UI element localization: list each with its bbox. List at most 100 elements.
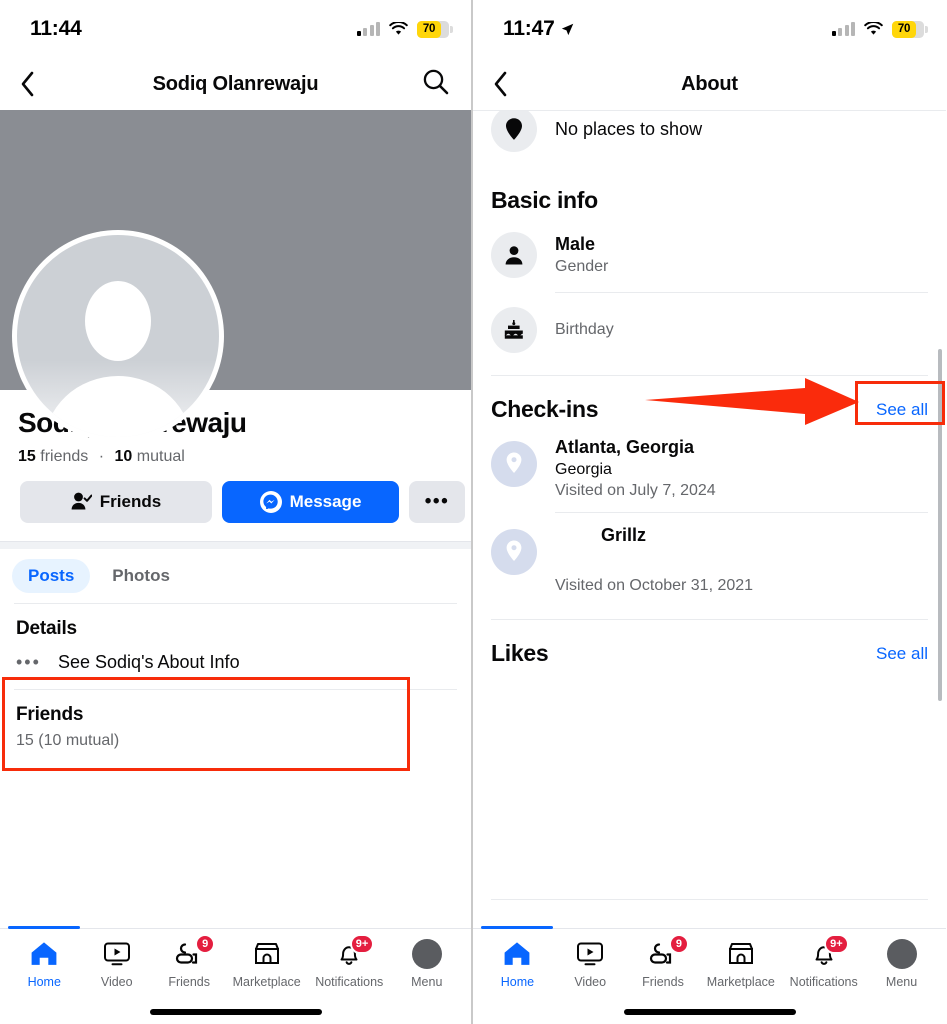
cover-photo[interactable] — [0, 110, 471, 442]
status-time-text-right: 11:47 — [503, 17, 555, 40]
tab-posts[interactable]: Posts — [12, 558, 91, 593]
back-button-right[interactable] — [493, 71, 523, 97]
birthday-row-main: Birthday — [555, 321, 928, 339]
notifications-badge: 9+ — [349, 934, 375, 954]
friends-badge-right: 9 — [668, 934, 689, 954]
battery-icon: 70 — [417, 20, 453, 38]
menu-avatar-icon-right — [886, 939, 917, 969]
nav-item-notifications[interactable]: 9+ Notifications — [315, 934, 383, 989]
bell-icon: 9+ — [335, 934, 375, 969]
about-info-link-row[interactable]: ••• See Sodiq's About Info — [16, 652, 455, 673]
nav-item-video-right[interactable]: Video — [561, 939, 619, 989]
likes-empty-area — [473, 667, 946, 899]
chevron-left-icon-right — [494, 71, 507, 97]
checkin-grillz-visited: Visited on October 31, 2021 — [555, 577, 754, 594]
profile-action-row: Friends Message ••• — [18, 480, 465, 523]
likes-title: Likes — [491, 640, 549, 666]
friends-word: friends — [40, 447, 89, 465]
checkin-atlanta-place: Georgia — [555, 461, 612, 478]
page-title: Sodiq Olanrewaju — [152, 72, 319, 95]
birthday-row[interactable]: Birthday — [473, 307, 946, 353]
about-content[interactable]: No places to show Basic info Male Gender — [473, 111, 946, 1024]
nav-item-video-label: Video — [100, 975, 133, 989]
nav-item-marketplace-label: Marketplace — [232, 975, 301, 989]
profile-avatar[interactable] — [12, 230, 224, 442]
profile-tabs: Posts Photos — [0, 549, 471, 603]
more-dots-icon: ••• — [424, 490, 450, 512]
home-icon-right — [503, 939, 531, 969]
nav-item-menu[interactable]: Menu — [398, 939, 456, 989]
nav-item-video[interactable]: Video — [88, 939, 146, 989]
birthday-cake-icon — [491, 307, 537, 353]
message-button-label: Message — [289, 491, 362, 511]
nav-item-menu-right[interactable]: Menu — [873, 939, 931, 989]
checkin-row-grillz[interactable]: Grillz Visited on October 31, 2021 — [473, 525, 946, 595]
menu-avatar-icon — [411, 939, 442, 969]
right-nav-header: About — [473, 58, 946, 110]
video-icon — [103, 939, 131, 969]
tab-photos-label: Photos — [112, 565, 170, 585]
places-row-main: No places to show — [555, 119, 928, 140]
gender-row[interactable]: Male Gender — [473, 232, 946, 278]
gender-row-main: Male Gender — [555, 234, 928, 276]
vertical-scrollbar[interactable] — [938, 349, 942, 701]
checkins-see-all[interactable]: See all — [876, 400, 928, 420]
places-row-text: No places to show — [555, 118, 703, 139]
location-pin-filled-icon — [491, 111, 537, 152]
nav-item-notifications-label-right: Notifications — [789, 975, 858, 989]
search-button[interactable] — [422, 68, 449, 100]
nav-item-friends-right[interactable]: 9 Friends — [634, 934, 692, 989]
tab-photos[interactable]: Photos — [96, 559, 186, 593]
right-nav-items: Home Video 9 Friends Marketplace 9+ Noti… — [473, 929, 946, 989]
meta-separator: · — [98, 447, 105, 465]
page-progress-indicator-right — [481, 926, 553, 929]
right-phone-panel: 11:47 70 About No places to show Basic i… — [472, 0, 946, 1024]
status-time-left: 11:44 — [30, 17, 82, 41]
message-button[interactable]: Message — [222, 480, 399, 523]
checkin-grillz-place — [555, 549, 928, 569]
cellular-icon — [356, 22, 380, 36]
nav-item-home[interactable]: Home — [15, 939, 73, 989]
map-pin-icon-2 — [491, 529, 537, 575]
messenger-icon — [259, 490, 282, 513]
details-section: Details ••• See Sodiq's About Info — [0, 604, 471, 689]
places-row[interactable]: No places to show — [473, 111, 946, 157]
nav-item-home-right[interactable]: Home — [488, 939, 546, 989]
checkins-header: Check-ins See all — [473, 396, 946, 423]
nav-item-marketplace[interactable]: Marketplace — [233, 939, 301, 989]
marketplace-icon — [253, 939, 281, 969]
nav-item-marketplace-right[interactable]: Marketplace — [707, 939, 775, 989]
battery-percent-right: 70 — [897, 23, 911, 35]
right-bottom-navigation: Home Video 9 Friends Marketplace 9+ Noti… — [473, 926, 946, 1024]
details-title: Details — [16, 617, 77, 639]
checkin-row-atlanta[interactable]: Atlanta, Georgia Georgia Visited on July… — [473, 437, 946, 500]
wifi-icon — [389, 22, 408, 35]
status-indicators-right: 70 — [831, 20, 928, 38]
battery-icon-right: 70 — [892, 20, 928, 38]
profile-meta: 15 friends · 10 mutual — [18, 448, 453, 466]
checkin-atlanta-visited: Visited on July 7, 2024 — [555, 482, 716, 499]
nav-item-friends[interactable]: 9 Friends — [160, 934, 218, 989]
marketplace-icon-right — [727, 939, 755, 969]
checkin-grillz-main: Grillz Visited on October 31, 2021 — [555, 525, 928, 595]
likes-see-all[interactable]: See all — [876, 644, 928, 664]
home-icon — [30, 939, 58, 969]
basic-info-title: Basic info — [491, 187, 598, 213]
ellipsis-icon: ••• — [16, 651, 41, 672]
more-options-button[interactable]: ••• — [409, 480, 465, 523]
search-icon — [423, 69, 449, 95]
likes-header: Likes See all — [473, 640, 946, 667]
home-indicator-right — [623, 1009, 796, 1015]
nav-item-notifications-right[interactable]: 9+ Notifications — [789, 934, 858, 989]
checkin-atlanta-main: Atlanta, Georgia Georgia Visited on July… — [555, 437, 928, 500]
cellular-icon-right — [831, 22, 855, 36]
location-arrow-icon — [561, 23, 573, 35]
nav-item-friends-label: Friends — [168, 975, 211, 989]
nav-item-marketplace-label-right: Marketplace — [706, 975, 775, 989]
birthday-label: Birthday — [555, 321, 614, 338]
friends-button[interactable]: Friends — [20, 480, 212, 523]
wifi-icon-right — [864, 22, 883, 35]
back-button[interactable] — [20, 71, 50, 97]
mutual-word: mutual — [136, 447, 185, 465]
page-title-right: About — [681, 72, 738, 95]
